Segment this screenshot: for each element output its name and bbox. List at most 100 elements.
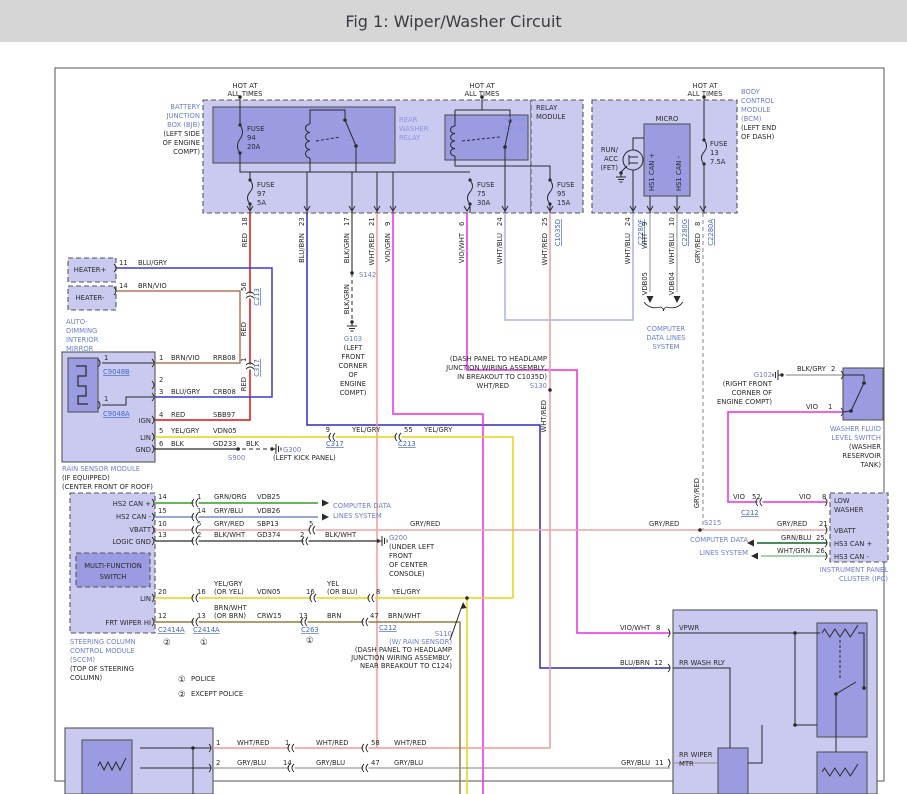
label: GRY/BLU xyxy=(316,759,345,767)
fuse-terminal xyxy=(248,178,252,182)
label: WASHER FLUID xyxy=(830,425,881,433)
label: 13 xyxy=(197,612,206,620)
label: ① xyxy=(200,638,208,648)
label: BRN xyxy=(327,612,341,620)
label: VDN05 xyxy=(257,588,281,596)
connector-link[interactable]: C2414A xyxy=(158,626,185,634)
label: RED xyxy=(240,322,248,336)
label: 20 xyxy=(158,588,167,596)
connector-link[interactable]: C212 xyxy=(379,624,397,632)
label: BLU/BRN xyxy=(298,233,306,263)
label: BATTERY xyxy=(170,103,201,111)
label: (FET) xyxy=(600,164,618,172)
label: MIRROR xyxy=(66,345,94,353)
label: (OR BLU) xyxy=(327,588,358,596)
label: EXCEPT POLICE xyxy=(191,690,243,698)
label: 1 xyxy=(216,739,220,747)
label: 12 xyxy=(158,612,167,620)
connector-link[interactable]: C317 xyxy=(326,440,344,448)
label: YEL xyxy=(326,580,339,588)
fuse-terminal xyxy=(548,202,552,206)
label: 94 xyxy=(247,134,256,142)
label: HOT AT xyxy=(232,82,258,90)
label: (WASHER xyxy=(849,443,881,451)
label: 14 xyxy=(158,493,167,501)
label: ENGINE xyxy=(340,380,366,388)
label: INSTRUMENT PANEL xyxy=(820,566,889,574)
label: 5 xyxy=(309,520,313,528)
rear-relay-inner-box xyxy=(816,622,868,738)
label: BLK/GRN xyxy=(343,233,351,263)
label: (LEFT KICK PANEL) xyxy=(273,454,336,462)
label: 95 xyxy=(557,190,566,198)
fuse-terminal xyxy=(702,162,706,166)
junction-dot xyxy=(698,528,702,532)
label: 1 xyxy=(104,354,108,362)
label: 15 xyxy=(158,507,167,515)
label: 24 xyxy=(496,217,504,226)
label: 5 xyxy=(159,427,163,435)
connector-link[interactable]: C9048A xyxy=(103,410,130,418)
connector-link[interactable]: C1035D xyxy=(554,219,562,246)
connector-link[interactable]: C212 xyxy=(741,509,759,517)
connector-link[interactable]: C317 xyxy=(253,359,261,377)
label: (LEFT SIDE xyxy=(163,130,200,138)
label: HEATER+ xyxy=(74,266,106,274)
label: TANK) xyxy=(860,461,882,469)
label: CRB08 xyxy=(213,388,236,396)
label: 20A xyxy=(247,143,261,151)
connector-link[interactable]: C2414A xyxy=(193,626,220,634)
label: CORNER OF xyxy=(732,389,772,397)
label: 11 xyxy=(119,259,128,267)
junction-dot xyxy=(834,692,838,696)
label: VIO/WHT xyxy=(458,232,466,263)
connector-link[interactable]: C2280A xyxy=(707,219,715,246)
label: 1 xyxy=(240,358,248,362)
label: HS2 CAN + xyxy=(113,500,151,508)
label: GRY/BLU xyxy=(394,759,423,767)
label: 4 xyxy=(159,411,163,419)
label: BOX (BJB) xyxy=(167,121,200,129)
label: MICRO xyxy=(656,115,679,123)
label: CONTROL xyxy=(741,97,774,105)
label: S215 xyxy=(704,519,721,527)
label: HOT AT xyxy=(469,82,495,90)
label: 21 xyxy=(368,217,376,226)
label: 16 xyxy=(306,588,315,596)
label: JUNCTION xyxy=(166,112,200,120)
connector-link[interactable]: C213 xyxy=(253,288,261,306)
connector-link[interactable]: C2280G xyxy=(681,219,689,246)
label: 14 xyxy=(119,282,128,290)
label: VDN05 xyxy=(213,427,237,435)
label: 55 xyxy=(404,426,413,434)
label: STEERING COLUMN xyxy=(70,638,136,646)
junction-dot xyxy=(793,631,797,635)
connector-link[interactable]: C9048B xyxy=(103,368,130,376)
label: 3 xyxy=(159,388,163,396)
connector-link[interactable]: C213 xyxy=(398,440,416,448)
label: 13 xyxy=(158,531,167,539)
label: HS2 CAN - xyxy=(116,513,152,521)
label: FRT WIPER HI xyxy=(105,619,151,627)
connector-link[interactable]: C263 xyxy=(301,626,319,634)
junction-dot xyxy=(862,686,866,690)
label: VDB25 xyxy=(257,493,280,501)
label: (OR BRN) xyxy=(214,612,246,620)
label: BLK/GRY xyxy=(797,365,827,373)
label: 1 xyxy=(285,739,289,747)
label: GRY/BLU xyxy=(237,759,266,767)
label: 5 xyxy=(197,520,201,528)
label: HS1 CAN + xyxy=(648,153,656,191)
label: GRY/RED xyxy=(214,520,244,528)
label: 8 xyxy=(656,624,660,632)
rear-wiper-motor-box xyxy=(717,747,749,794)
label: 7.5A xyxy=(710,158,726,166)
label: CLUSTER (IPC) xyxy=(839,575,888,583)
label: 12 xyxy=(654,659,663,667)
label: HOT AT xyxy=(692,82,718,90)
label: (BCM) xyxy=(741,115,762,123)
label: 14 xyxy=(197,507,206,515)
label: (TOP OF STEERING xyxy=(70,665,134,673)
label: 2 xyxy=(831,365,835,373)
label: BLU/GRY xyxy=(171,388,201,396)
